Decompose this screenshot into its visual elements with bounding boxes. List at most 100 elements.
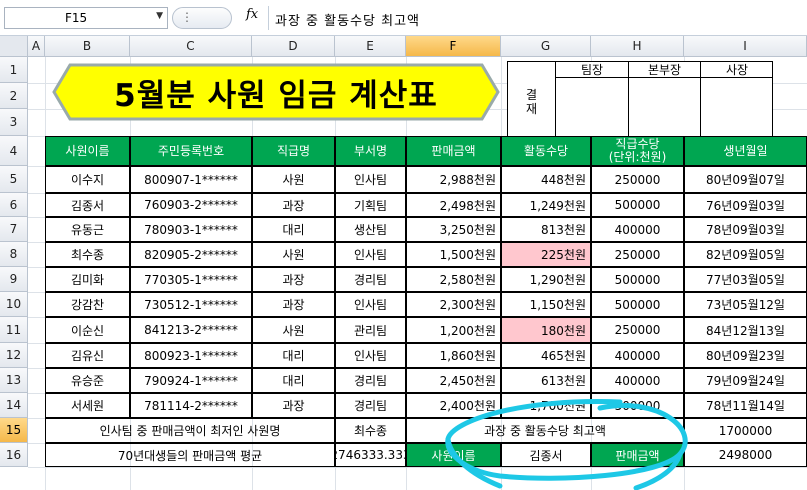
table-cell[interactable]: 과장 (252, 292, 335, 317)
row-header-2[interactable]: 2 (0, 83, 28, 109)
table-cell[interactable]: 180천원 (501, 317, 591, 343)
row-header-8[interactable]: 8 (0, 242, 28, 267)
summary-name-label[interactable]: 사원이름 (406, 443, 501, 467)
table-cell[interactable]: 인사팀 (335, 292, 406, 317)
table-cell[interactable]: 1,249천원 (501, 193, 591, 217)
row-header-13[interactable]: 13 (0, 368, 28, 393)
table-cell[interactable]: 김종서 (45, 193, 130, 217)
table-cell[interactable]: 800907-1****** (130, 166, 252, 193)
summary-label-max-allowance[interactable]: 과장 중 활동수당 최고액 (406, 418, 684, 443)
formula-input[interactable]: 과장 중 활동수당 최고액 (268, 6, 807, 30)
table-cell[interactable]: 1,500천원 (406, 242, 501, 267)
row-header-16[interactable]: 16 (0, 443, 28, 467)
name-box[interactable]: F15 ▼ (4, 7, 168, 29)
column-header-e[interactable]: E (335, 36, 406, 57)
row-header-7[interactable]: 7 (0, 217, 28, 242)
table-cell[interactable]: 800923-1****** (130, 343, 252, 368)
table-cell[interactable]: 820905-2****** (130, 242, 252, 267)
table-header-4[interactable]: 부서명 (335, 136, 406, 166)
table-cell[interactable]: 기획팀 (335, 193, 406, 217)
row-header-9[interactable]: 9 (0, 267, 28, 292)
table-cell[interactable]: 인사팀 (335, 242, 406, 267)
table-cell[interactable]: 김유신 (45, 343, 130, 368)
summary-value-70s-average[interactable]: 2746333.333 (335, 443, 406, 467)
table-cell[interactable]: 대리 (252, 368, 335, 393)
table-cell[interactable]: 780903-1****** (130, 217, 252, 242)
table-header-7[interactable]: 직급수당 (단위:천원) (591, 136, 684, 166)
row-header-6[interactable]: 6 (0, 193, 28, 217)
table-cell[interactable]: 최수종 (45, 242, 130, 267)
table-cell[interactable]: 김미화 (45, 267, 130, 292)
table-cell[interactable]: 1,290천원 (501, 267, 591, 292)
table-cell[interactable]: 73년05월12일 (684, 292, 807, 317)
column-header-f[interactable]: F (406, 36, 501, 57)
table-cell[interactable]: 613천원 (501, 368, 591, 393)
table-cell[interactable]: 250000 (591, 317, 684, 343)
chevron-down-icon[interactable]: ▼ (156, 11, 163, 21)
summary-label-lowest-sales[interactable]: 인사팀 중 판매금액이 최저인 사원명 (45, 418, 335, 443)
summary-value-max-allowance[interactable]: 1700000 (684, 418, 807, 443)
table-cell[interactable]: 813천원 (501, 217, 591, 242)
table-cell[interactable]: 2,400천원 (406, 393, 501, 418)
row-header-3[interactable]: 3 (0, 109, 28, 136)
table-cell[interactable]: 사원 (252, 317, 335, 343)
table-cell[interactable]: 2,988천원 (406, 166, 501, 193)
row-header-10[interactable]: 10 (0, 292, 28, 317)
table-cell[interactable]: 인사팀 (335, 343, 406, 368)
table-cell[interactable]: 790924-1****** (130, 368, 252, 393)
table-cell[interactable]: 2,300천원 (406, 292, 501, 317)
column-header-i[interactable]: I (684, 36, 807, 57)
table-cell[interactable]: 관리팀 (335, 317, 406, 343)
table-header-2[interactable]: 주민등록번호 (130, 136, 252, 166)
table-cell[interactable]: 과장 (252, 267, 335, 292)
table-cell[interactable]: 400000 (591, 343, 684, 368)
table-cell[interactable]: 465천원 (501, 343, 591, 368)
table-cell[interactable]: 과장 (252, 393, 335, 418)
table-cell[interactable]: 이순신 (45, 317, 130, 343)
table-cell[interactable]: 1,150천원 (501, 292, 591, 317)
table-cell[interactable]: 400000 (591, 368, 684, 393)
table-cell[interactable]: 2,498천원 (406, 193, 501, 217)
table-header-8[interactable]: 생년월일 (684, 136, 807, 166)
table-cell[interactable]: 1,860천원 (406, 343, 501, 368)
table-header-1[interactable]: 사원이름 (45, 136, 130, 166)
summary-name-value[interactable]: 김종서 (501, 443, 591, 467)
table-cell[interactable]: 225천원 (501, 242, 591, 267)
table-cell[interactable]: 77년03월05일 (684, 267, 807, 292)
table-header-3[interactable]: 직급명 (252, 136, 335, 166)
table-header-6[interactable]: 활동수당 (501, 136, 591, 166)
table-cell[interactable]: 과장 (252, 193, 335, 217)
table-cell[interactable]: 2,580천원 (406, 267, 501, 292)
table-cell[interactable]: 78년11월14일 (684, 393, 807, 418)
table-cell[interactable]: 80년09월07일 (684, 166, 807, 193)
table-cell[interactable]: 경리팀 (335, 393, 406, 418)
table-cell[interactable]: 3,250천원 (406, 217, 501, 242)
summary-sales-label[interactable]: 판매금액 (591, 443, 684, 467)
table-cell[interactable]: 사원 (252, 166, 335, 193)
approval-sign-3[interactable] (701, 78, 773, 141)
column-header-g[interactable]: G (501, 36, 591, 57)
approval-sign-2[interactable] (629, 78, 701, 141)
table-cell[interactable]: 1,200천원 (406, 317, 501, 343)
table-cell[interactable]: 82년09월05일 (684, 242, 807, 267)
table-cell[interactable]: 80년09월23일 (684, 343, 807, 368)
formula-bar-resize-handle[interactable]: ⋮ (172, 7, 232, 29)
fx-icon[interactable]: fx (246, 7, 258, 22)
summary-sales-value[interactable]: 2498000 (684, 443, 807, 467)
table-cell[interactable]: 인사팀 (335, 166, 406, 193)
table-header-5[interactable]: 판매금액 (406, 136, 501, 166)
table-cell[interactable]: 730512-1****** (130, 292, 252, 317)
row-header-1[interactable]: 1 (0, 57, 28, 83)
table-cell[interactable]: 2,450천원 (406, 368, 501, 393)
table-cell[interactable]: 500000 (591, 193, 684, 217)
column-header-h[interactable]: H (591, 36, 684, 57)
table-cell[interactable]: 760903-2****** (130, 193, 252, 217)
column-header-d[interactable]: D (252, 36, 335, 57)
table-cell[interactable]: 서세원 (45, 393, 130, 418)
select-all-corner[interactable] (0, 36, 28, 57)
table-cell[interactable]: 500000 (591, 267, 684, 292)
column-header-a[interactable]: A (28, 36, 45, 57)
table-cell[interactable]: 76년09월03일 (684, 193, 807, 217)
table-cell[interactable]: 250000 (591, 242, 684, 267)
table-cell[interactable]: 78년09월03일 (684, 217, 807, 242)
